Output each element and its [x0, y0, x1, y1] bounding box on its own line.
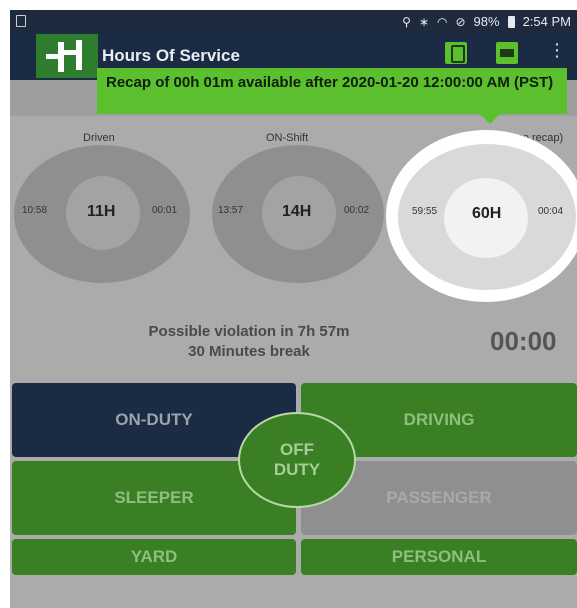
oncycle-gauge-remaining: 00:04 — [538, 206, 564, 217]
location-icon: ⚲ — [402, 14, 411, 29]
personal-button[interactable]: PERSONAL — [301, 539, 577, 575]
more-options-icon[interactable]: ⋮ — [548, 40, 566, 62]
onshift-gauge[interactable]: 13:57 14H 00:02 — [212, 145, 384, 283]
driven-gauge-used: 10:58 — [22, 205, 48, 216]
clock: 2:54 PM — [522, 14, 571, 29]
do-not-disturb-icon: ⊘ — [455, 14, 466, 29]
oncycle-gauge-used: 59:55 — [412, 206, 438, 217]
app-title: Hours Of Service — [102, 46, 240, 65]
violation-reason: 30 Minutes break — [188, 343, 310, 360]
bluetooth-icon: ∗ — [418, 14, 429, 29]
onshift-gauge-value: 14H — [282, 203, 312, 220]
duty-timer: 00:00 — [490, 326, 557, 356]
driven-gauge[interactable]: 10:58 11H 00:01 — [14, 145, 190, 283]
tooltip-pointer — [480, 114, 500, 124]
off-duty-button[interactable]: OFF DUTY — [238, 412, 356, 508]
violation-countdown: Possible violation in 7h 57m — [148, 323, 350, 340]
status-icons: ⚲ ∗ ◠ ⊘ 98% 2:54 PM — [402, 14, 571, 29]
violation-warning: Possible violation in 7h 57m 30 Minutes … — [118, 322, 380, 362]
recap-tooltip[interactable]: Recap of 00h 01m available after 2020-01… — [97, 68, 567, 124]
off-duty-label-line1: OFF — [280, 440, 314, 459]
wifi-icon: ◠ — [437, 14, 448, 29]
battery-percent: 98% — [473, 14, 500, 29]
recap-tooltip-text: Recap of 00h 01m available after 2020-01… — [106, 74, 554, 91]
status-bar: ⚲ ∗ ◠ ⊘ 98% 2:54 PM — [10, 10, 577, 34]
onshift-gauge-label: ON-Shift — [266, 132, 309, 144]
driven-gauge-value: 11H — [87, 203, 116, 220]
yard-button[interactable]: YARD — [12, 539, 296, 575]
battery-icon — [507, 15, 515, 28]
oncycle-gauge-highlight[interactable]: 59:55 60H 00:04 — [386, 130, 577, 302]
onshift-gauge-used: 13:57 — [218, 205, 244, 216]
driven-gauge-remaining: 00:01 — [152, 205, 178, 216]
truck-icon[interactable] — [496, 42, 518, 64]
off-duty-label-line2: DUTY — [273, 460, 321, 479]
driven-gauge-label: Driven — [83, 132, 115, 144]
screenshot-notification-icon — [16, 15, 26, 27]
app-logo-icon[interactable] — [36, 34, 98, 78]
phone-device-icon[interactable] — [445, 42, 467, 64]
oncycle-gauge-value: 60H — [472, 205, 502, 222]
onshift-gauge-remaining: 00:02 — [344, 205, 370, 216]
